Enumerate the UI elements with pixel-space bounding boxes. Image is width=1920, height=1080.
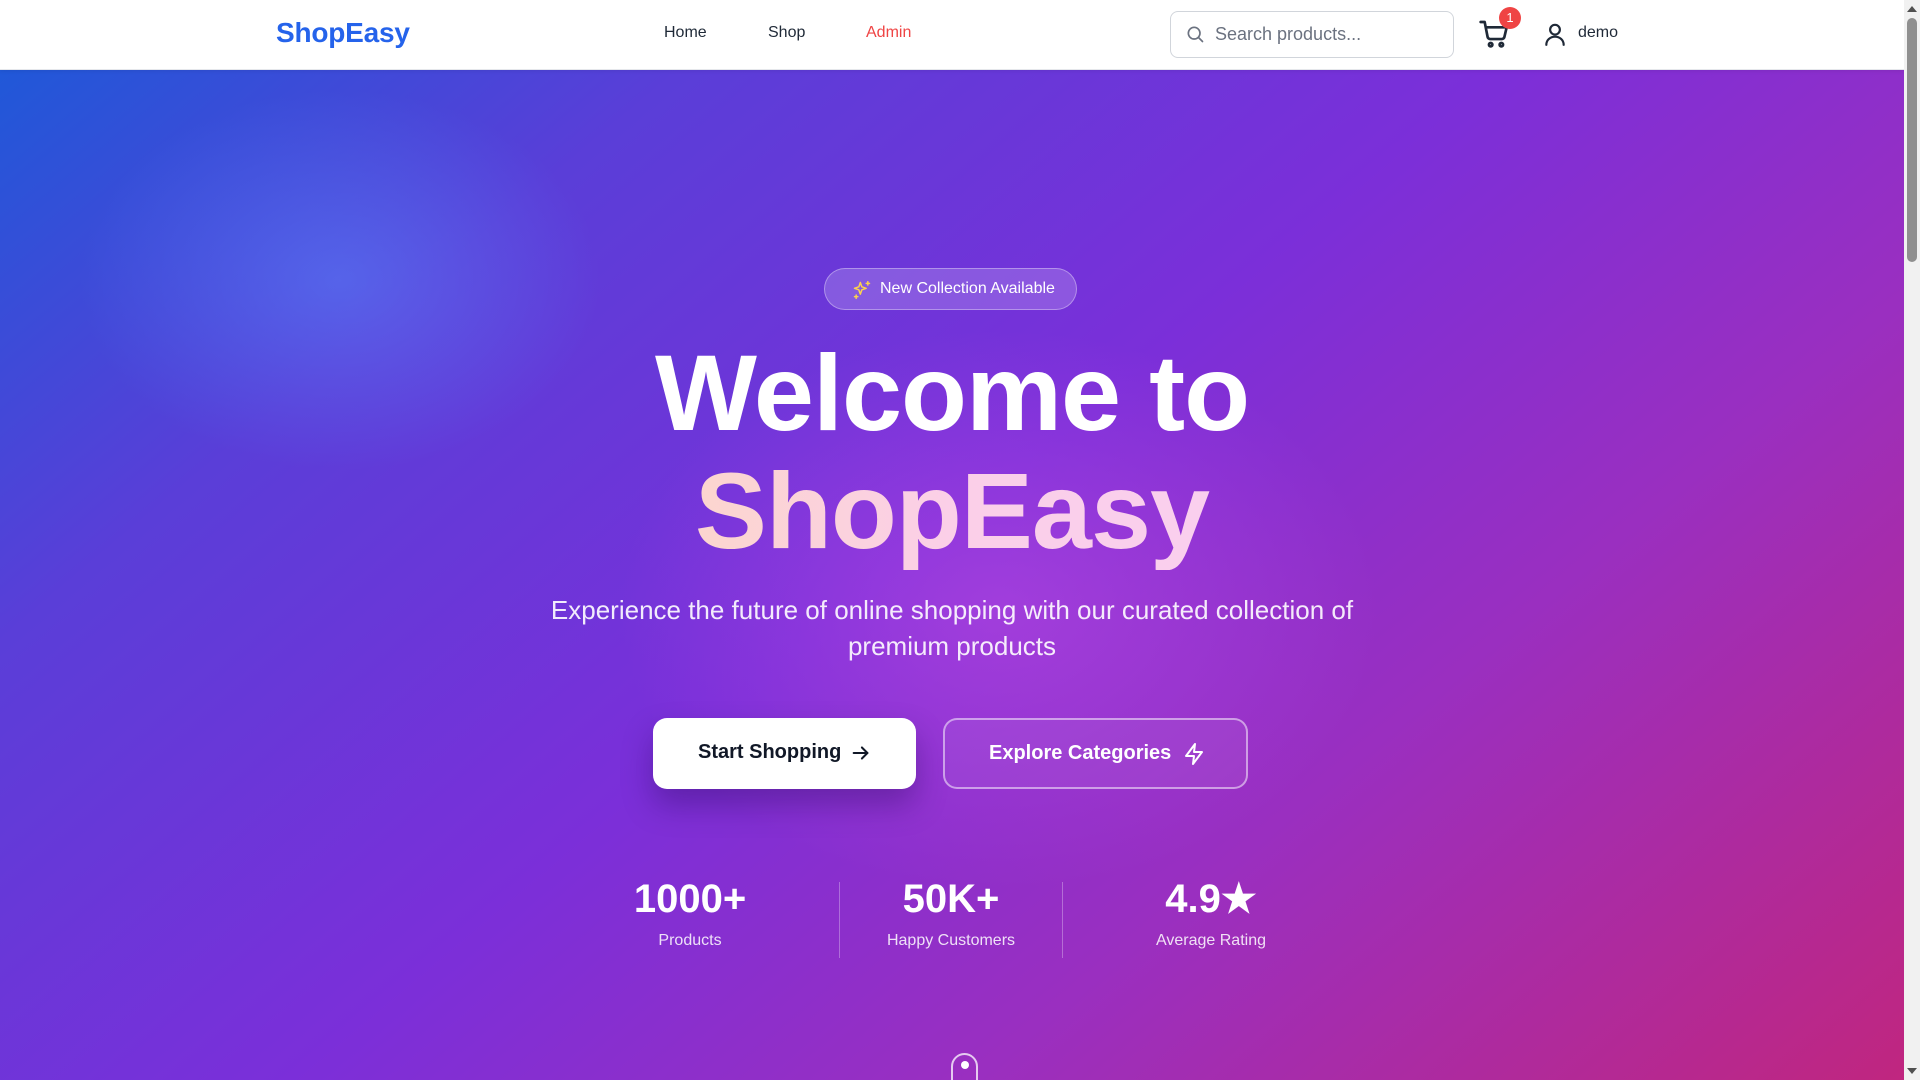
hero-title-line1: Welcome to: [654, 332, 1250, 453]
logo[interactable]: ShopEasy: [276, 17, 410, 49]
explore-categories-button[interactable]: Explore Categories: [943, 718, 1248, 789]
stat-divider: [1062, 882, 1063, 958]
hero-subtitle: Experience the future of online shopping…: [550, 595, 1354, 661]
sparkles-icon: [853, 280, 871, 300]
explore-categories-label: Explore Categories: [989, 742, 1172, 764]
stat-value: 4.9★: [1165, 877, 1257, 921]
stats-row: 1000+ Products 50K+ Happy Customers 4.9★…: [0, 876, 1904, 958]
stat-label: Happy Customers: [886, 932, 1016, 949]
hero-section: New Collection Available Welcome to Shop…: [0, 70, 1904, 1080]
hero-title-line2: ShopEasy: [0, 452, 1904, 570]
stat-customers: 50K+ Happy Customers: [841, 876, 1061, 950]
stat-label: Average Rating: [1156, 932, 1266, 949]
scrollbar-thumb[interactable]: [1907, 18, 1917, 262]
user-icon: [1545, 23, 1565, 46]
scroll-up-arrow-icon[interactable]: [1907, 6, 1917, 12]
stat-value: 50K+: [902, 877, 1000, 921]
nav-admin-link[interactable]: Admin: [866, 24, 911, 42]
search-input[interactable]: [1215, 12, 1447, 57]
nav-shop-link[interactable]: Shop: [768, 24, 805, 42]
start-shopping-label: Start Shopping: [698, 741, 842, 763]
top-navbar: ShopEasy Home Shop Admin 1 demo: [0, 0, 1904, 70]
new-collection-badge: New Collection Available: [824, 268, 1077, 310]
stat-products: 1000+ Products: [580, 876, 800, 950]
lightning-icon: [1185, 743, 1203, 765]
stat-rating: 4.9★ Average Rating: [1101, 876, 1321, 950]
stat-divider: [839, 882, 840, 958]
scroll-dot: [961, 1061, 969, 1069]
scroll-down-arrow-icon[interactable]: [1907, 1068, 1917, 1074]
arrow-right-icon: [852, 746, 869, 760]
stat-value: 1000+: [633, 877, 747, 921]
mouse-scroll-icon[interactable]: [951, 1053, 978, 1080]
nav-home-link[interactable]: Home: [664, 24, 707, 42]
cart-count-badge: 1: [1499, 7, 1521, 29]
page-scrollbar[interactable]: [1904, 0, 1920, 1080]
username-label: demo: [1578, 24, 1619, 41]
badge-text: New Collection Available: [880, 280, 1055, 297]
start-shopping-button[interactable]: Start Shopping: [653, 718, 916, 789]
stat-label: Products: [658, 932, 722, 949]
search-icon: [1187, 26, 1204, 43]
search-box: [1170, 11, 1454, 58]
